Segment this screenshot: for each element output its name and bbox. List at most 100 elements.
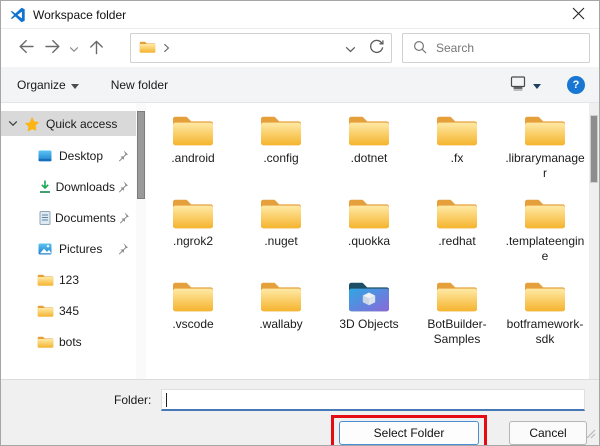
sidebar-item-label: Pictures (59, 241, 103, 256)
folder-tile-label: .vscode (172, 317, 214, 331)
forward-button[interactable] (39, 33, 65, 63)
folder-tile[interactable]: .vscode (149, 279, 237, 347)
folder-icon (347, 113, 391, 148)
sidebar-item-label: Quick access (46, 116, 118, 131)
folder-tile[interactable]: .quokka (325, 196, 413, 264)
folder-icon (37, 304, 57, 318)
folder-icon (435, 279, 479, 314)
view-icon (510, 75, 526, 94)
folder-icon (347, 196, 391, 231)
sidebar-item-bots[interactable]: bots (1, 326, 136, 357)
folder-tile-label: .fx (450, 151, 464, 165)
folder-tile[interactable]: .config (237, 113, 325, 181)
folder-icon (523, 196, 567, 231)
refresh-button[interactable] (363, 35, 389, 61)
folder-name-row: Folder: (1, 380, 599, 411)
folder-tile-label: .dotnet (350, 151, 388, 165)
folder-tile[interactable]: botframework-sdk (501, 279, 589, 347)
back-arrow-icon (18, 39, 35, 57)
folder-tile[interactable]: .librarymanager (501, 113, 589, 181)
folder-icon (171, 279, 215, 314)
folder-grid: .android .config .dotnet .fx .librarymanager… (149, 113, 589, 347)
folder-tile-label: .redhat (438, 234, 476, 248)
change-view-button[interactable] (510, 75, 541, 94)
folder-tile[interactable]: .dotnet (325, 113, 413, 181)
chevron-down-icon[interactable] (8, 120, 24, 127)
window-title: Workspace folder (33, 7, 127, 22)
pin-icon (115, 242, 129, 256)
folder-tile-label: .wallaby (259, 317, 303, 331)
forward-arrow-icon (44, 39, 61, 57)
folder-field-label: Folder: (114, 393, 152, 407)
folder-tile[interactable]: .wallaby (237, 279, 325, 347)
folder-tile[interactable]: .fx (413, 113, 501, 181)
caret-down-icon (70, 78, 79, 92)
footer-buttons-row: Select Folder Cancel (1, 411, 599, 445)
folder-name-input[interactable] (167, 392, 584, 407)
recent-locations-button[interactable] (65, 33, 83, 63)
sidebar-scrollbar-thumb[interactable] (137, 111, 145, 199)
main-scrollbar[interactable] (589, 103, 599, 379)
folder-tile-label: BotBuilder-Samples (427, 317, 487, 346)
folder-icon (37, 335, 57, 349)
chevron-down-icon (69, 41, 79, 56)
pictures-icon (37, 241, 57, 257)
red-annotation-box: Select Folder (331, 415, 487, 445)
star-icon (24, 116, 44, 132)
sidebar-item-desktop[interactable]: Desktop (1, 140, 136, 171)
folder-tile-label: .templateengine (505, 234, 585, 263)
folder-list-panel: .android .config .dotnet .fx .librarymanager… (146, 103, 589, 379)
up-button[interactable] (83, 33, 109, 63)
search-input[interactable] (436, 41, 589, 55)
desktop-icon (37, 148, 57, 164)
folder-icon (435, 196, 479, 231)
address-bar[interactable] (130, 33, 392, 63)
sidebar-item-label: Desktop (59, 148, 104, 163)
folder-icon (259, 196, 303, 231)
main-scrollbar-thumb[interactable] (590, 115, 598, 183)
folder-icon (37, 273, 57, 287)
help-button[interactable]: ? (567, 75, 585, 94)
sidebar-item-downloads[interactable]: Downloads (1, 171, 136, 202)
toolbar-right-group: ? (510, 75, 585, 94)
address-dropdown-button[interactable] (337, 35, 363, 61)
refresh-icon (369, 39, 384, 57)
folder-tile[interactable]: .android (149, 113, 237, 181)
folder-icon (523, 279, 567, 314)
folder-tile-label: .config (263, 151, 299, 165)
organize-button[interactable]: Organize (17, 72, 79, 98)
folder-tile[interactable]: .templateengine (501, 196, 589, 264)
title-bar: Workspace folder (1, 1, 599, 29)
close-button[interactable] (557, 1, 599, 28)
organize-label: Organize (17, 77, 66, 92)
search-icon (413, 40, 427, 57)
folder-tile-label: 3D Objects (339, 317, 399, 331)
navigation-bar (1, 29, 599, 67)
folder-tile-label: .librarymanager (505, 151, 585, 180)
folder-tile[interactable]: 3D Objects (325, 279, 413, 347)
dialog-footer: Folder: Select Folder Cancel (1, 379, 599, 445)
sidebar-item-pictures[interactable]: Pictures (1, 233, 136, 264)
folder-icon (523, 113, 567, 148)
folder-icon (435, 113, 479, 148)
vscode-logo-icon (10, 7, 26, 23)
folder-tile[interactable]: .ngrok2 (149, 196, 237, 264)
cancel-button[interactable]: Cancel (509, 421, 587, 445)
select-folder-button[interactable]: Select Folder (339, 421, 479, 445)
folder-tile-label: botframework-sdk (506, 317, 584, 346)
resize-grip-icon[interactable] (586, 428, 596, 442)
folder-tile[interactable]: BotBuilder-Samples (413, 279, 501, 347)
folder-tile[interactable]: .nuget (237, 196, 325, 264)
sidebar-item-345[interactable]: 345 (1, 295, 136, 326)
sidebar-scrollbar[interactable] (136, 103, 146, 379)
folder-tile-label: .android (171, 151, 215, 165)
sidebar-item-documents[interactable]: Documents (1, 202, 136, 233)
sidebar-item-label: 345 (59, 303, 80, 318)
new-folder-button[interactable]: New folder (111, 72, 168, 98)
folder-tile[interactable]: .redhat (413, 196, 501, 264)
pin-icon (116, 211, 130, 225)
folder-tile-label: .quokka (347, 234, 391, 248)
back-button[interactable] (13, 33, 39, 63)
sidebar-item-123[interactable]: 123 (1, 264, 136, 295)
sidebar-item-quick-access[interactable]: Quick access (1, 111, 136, 136)
